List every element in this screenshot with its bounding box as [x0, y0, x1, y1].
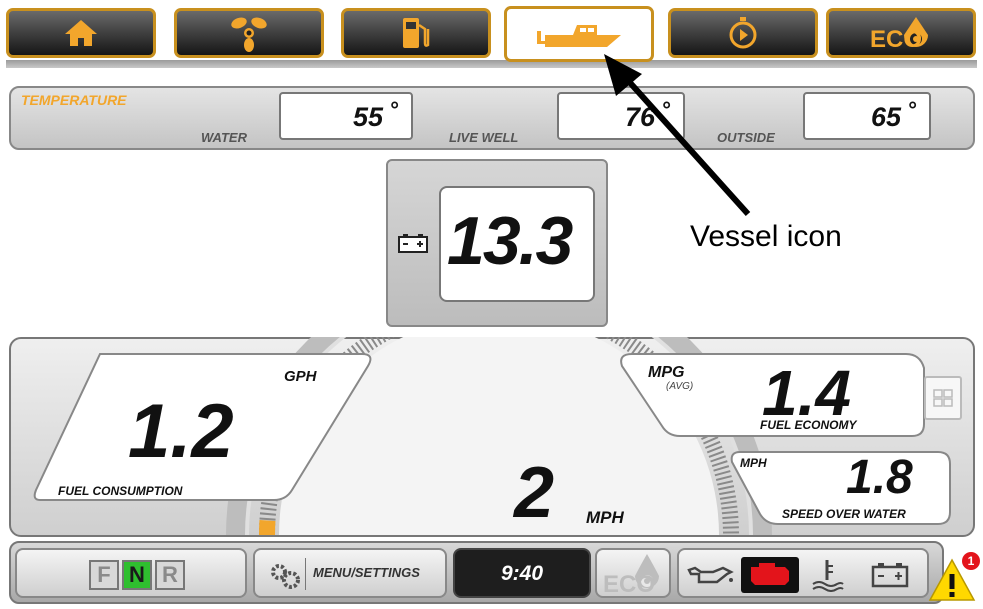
live-well-label: LIVE WELL [449, 130, 519, 145]
menu-divider [305, 558, 306, 590]
water-label: WATER [201, 130, 247, 145]
speed-value: 2 [514, 453, 555, 533]
fuel-consumption-label: FUEL CONSUMPTION [58, 484, 183, 498]
tab-home[interactable] [6, 8, 156, 58]
outside-temp-unit: ° [908, 97, 917, 122]
annotation-arrow [604, 54, 751, 217]
fuel-consumption-value: 1.2 [128, 389, 234, 474]
annotation-label: Vessel icon [690, 220, 842, 253]
check-engine-warning [741, 557, 799, 593]
menu-settings-label: MENU/SETTINGS [313, 565, 420, 580]
layout-grid-button[interactable] [924, 376, 962, 420]
eco-label: ECO [870, 26, 922, 51]
eco-icon: ECO [870, 17, 928, 51]
grid-icon [933, 389, 953, 407]
gear-indicator[interactable]: F N R [15, 548, 247, 598]
speed-unit: MPH [586, 508, 624, 527]
speed-over-water-value: 1.8 [846, 451, 913, 504]
fuel-economy-unit: MPG [648, 364, 685, 381]
speed-over-water-unit: MPH [740, 456, 767, 470]
outside-temp-value: 65 [870, 102, 901, 132]
outside-temp-box: 65 ° [803, 92, 931, 140]
battery-voltage-value: 13.3 [447, 203, 573, 279]
water-temp-value: 55 [352, 102, 383, 132]
fuel-consumption-unit: GPH [284, 368, 317, 385]
battery-voltage-box: 13.3 [439, 186, 595, 302]
eco-status-icon: ECO [603, 554, 659, 596]
oil-pressure-icon [687, 566, 734, 584]
clock-display: 9:40 [453, 548, 591, 598]
eco-button[interactable]: ECO [595, 548, 671, 598]
warning-lights-panel[interactable] [677, 548, 929, 598]
menu-settings-button[interactable]: MENU/SETTINGS [253, 548, 447, 598]
alert-button[interactable]: 1 [928, 552, 980, 604]
battery-warning-icon [871, 563, 909, 588]
tab-eco[interactable]: ECO [826, 8, 976, 58]
bottom-bar: F N R MENU/SETTINGS 9:40 ECO [9, 541, 944, 604]
fuel-pump-icon [403, 18, 430, 48]
fuel-economy-label: FUEL ECONOMY [760, 418, 857, 432]
trip-timer-icon [729, 17, 757, 49]
gear-letters: F N R [89, 560, 185, 590]
coolant-temp-icon [812, 560, 844, 592]
tab-engine[interactable] [174, 8, 324, 58]
tab-bar: ECO [6, 6, 977, 66]
battery-icon [398, 234, 428, 253]
water-temp-unit: ° [390, 97, 399, 122]
propeller-icon [231, 17, 267, 52]
gear-reverse: R [155, 560, 185, 590]
gear-settings-icon [271, 564, 300, 589]
clock-time: 9:40 [500, 562, 544, 585]
gear-neutral: N [122, 560, 152, 590]
speed-over-water-label: SPEED OVER WATER [782, 507, 906, 521]
temperature-title: TEMPERATURE [21, 92, 127, 108]
alert-count-badge: 1 [962, 552, 980, 570]
home-icon [65, 20, 97, 46]
battery-panel: 13.3 [386, 159, 608, 327]
water-temp-box: 55 ° [279, 92, 413, 140]
gear-forward: F [89, 560, 119, 590]
fuel-economy-sub: (AVG) [666, 381, 694, 392]
engine-icon [751, 563, 789, 585]
temperature-panel: TEMPERATURE WATER 55 ° LIVE WELL 76 ° OU… [9, 86, 975, 150]
tab-fuel[interactable] [341, 8, 491, 58]
eco-status-label: ECO [603, 571, 655, 596]
